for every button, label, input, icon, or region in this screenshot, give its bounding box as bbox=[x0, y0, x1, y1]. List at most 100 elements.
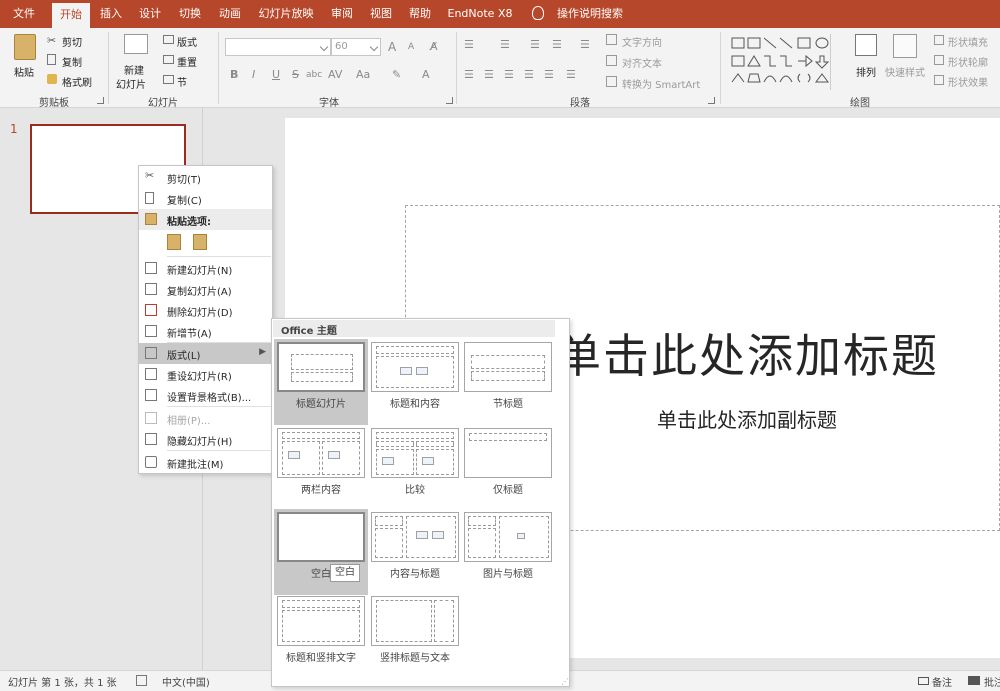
clear-format-icon[interactable]: A̸ bbox=[430, 40, 438, 53]
slide-subtitle[interactable]: 单击此处添加副标题 bbox=[657, 404, 837, 433]
tab-view[interactable]: 视图 bbox=[365, 0, 397, 28]
paste-icon[interactable] bbox=[14, 34, 36, 60]
menu-item-layout[interactable]: 版式(L) ▶ bbox=[139, 343, 272, 364]
language-status[interactable]: 中文(中国) bbox=[162, 674, 210, 689]
line-spacing-icon[interactable]: ☰ bbox=[580, 38, 590, 51]
format-painter-button[interactable]: 格式刷 bbox=[62, 74, 92, 89]
layout-section-header[interactable]: 节标题 bbox=[461, 339, 555, 425]
font-name-combo[interactable] bbox=[225, 38, 331, 56]
case-icon[interactable]: Aa bbox=[356, 68, 370, 81]
new-slide-button[interactable]: 新建 bbox=[124, 62, 144, 77]
layout-button[interactable]: 版式 bbox=[177, 34, 197, 49]
tell-me-search[interactable]: 操作说明搜索 bbox=[550, 0, 630, 28]
slide-title[interactable]: 单击此处添加标题 bbox=[555, 320, 939, 386]
layout-comparison[interactable]: 比较 bbox=[368, 425, 462, 511]
highlight-icon[interactable]: ✎ bbox=[392, 68, 401, 81]
spellcheck-icon[interactable] bbox=[136, 675, 147, 686]
tab-review[interactable]: 审阅 bbox=[326, 0, 358, 28]
tab-transitions[interactable]: 切换 bbox=[174, 0, 206, 28]
cut-button[interactable]: 剪切 bbox=[62, 34, 82, 49]
arrange-button[interactable]: 排列 bbox=[856, 64, 876, 79]
shapes-scroll[interactable] bbox=[830, 34, 844, 90]
layout-title-content[interactable]: 标题和内容 bbox=[368, 339, 462, 425]
shape-effects-button[interactable]: 形状效果 bbox=[948, 74, 988, 89]
layout-vertical-title-text[interactable]: 竖排标题与文本 bbox=[368, 593, 462, 679]
slide-info: 幻灯片 第 1 张，共 1 张 bbox=[8, 678, 117, 689]
layout-picture-caption[interactable]: 图片与标题 bbox=[461, 509, 555, 595]
text-direction-icon bbox=[606, 34, 617, 45]
shape-outline-button[interactable]: 形状轮廓 bbox=[948, 54, 988, 69]
tab-endnote[interactable]: EndNote X8 bbox=[446, 0, 514, 28]
tab-home[interactable]: 开始 bbox=[52, 3, 90, 28]
grow-font-button[interactable]: A bbox=[388, 40, 396, 54]
resize-grip-icon[interactable]: ⋰ bbox=[561, 677, 569, 686]
reset-button[interactable]: 重置 bbox=[177, 54, 197, 69]
tab-insert[interactable]: 插入 bbox=[95, 0, 127, 28]
underline-button[interactable]: U bbox=[272, 68, 280, 81]
tab-animations[interactable]: 动画 bbox=[214, 0, 246, 28]
copy-button[interactable]: 复制 bbox=[62, 54, 82, 69]
text-direction-button[interactable]: 文字方向 bbox=[622, 34, 662, 49]
tab-design[interactable]: 设计 bbox=[134, 0, 166, 28]
menu-item-new-slide[interactable]: 新建幻灯片(N) bbox=[139, 258, 272, 279]
align-center-icon[interactable]: ☰ bbox=[484, 68, 494, 81]
menu-item-delete-slide[interactable]: 删除幻灯片(D) bbox=[139, 300, 272, 321]
layout-title-only[interactable]: 仅标题 bbox=[461, 425, 555, 511]
align-text-button[interactable]: 对齐文本 bbox=[622, 55, 662, 70]
gallery-header: Office 主题 bbox=[273, 320, 555, 337]
layout-blank[interactable]: 空白 bbox=[274, 509, 368, 595]
layout-gallery: Office 主题 标题幻灯片 标题和内容 节标题 两栏内容 比较 仅标题 空白… bbox=[271, 318, 570, 687]
smartart-button[interactable]: 转换为 SmartArt bbox=[622, 76, 700, 91]
menu-item-add-section[interactable]: 新增节(A) bbox=[139, 321, 272, 342]
shadow-button[interactable]: abc bbox=[306, 70, 322, 80]
align-left-icon[interactable]: ☰ bbox=[464, 68, 474, 81]
new-slide-button-line2[interactable]: 幻灯片 bbox=[116, 76, 146, 91]
numbering-icon[interactable]: ☰ bbox=[500, 38, 510, 51]
menu-item-duplicate-slide[interactable]: 复制幻灯片(A) bbox=[139, 279, 272, 300]
menu-item-format-background[interactable]: 设置背景格式(B)... bbox=[139, 385, 272, 406]
paragraph-launcher[interactable] bbox=[708, 97, 715, 104]
justify-icon[interactable]: ☰ bbox=[524, 68, 534, 81]
section-button[interactable]: 节 bbox=[177, 74, 187, 89]
distribute-icon[interactable]: ☰ bbox=[544, 68, 554, 81]
notes-button[interactable]: 备注 bbox=[932, 674, 952, 689]
font-color-icon[interactable]: A bbox=[422, 68, 430, 81]
tab-slideshow[interactable]: 幻灯片放映 bbox=[253, 0, 319, 28]
menu-item-label: 复制(C) bbox=[167, 196, 202, 207]
font-size-combo[interactable]: 60 bbox=[331, 38, 381, 56]
layout-content-caption[interactable]: 内容与标题 bbox=[368, 509, 462, 595]
tab-file[interactable]: 文件 bbox=[6, 0, 42, 28]
layout-two-content[interactable]: 两栏内容 bbox=[274, 425, 368, 511]
font-launcher[interactable] bbox=[446, 97, 453, 104]
clipboard-launcher[interactable] bbox=[97, 97, 104, 104]
copy-icon bbox=[145, 192, 154, 204]
comments-button[interactable]: 批注 bbox=[984, 674, 1000, 689]
layout-title-slide[interactable]: 标题幻灯片 bbox=[274, 339, 368, 425]
paste-picture-icon[interactable] bbox=[193, 234, 207, 250]
spacing-icon[interactable]: AV bbox=[328, 68, 342, 81]
bullets-icon[interactable]: ☰ bbox=[464, 38, 474, 51]
tab-help[interactable]: 帮助 bbox=[404, 0, 436, 28]
new-slide-icon[interactable] bbox=[124, 34, 148, 54]
layout-title-vertical-text[interactable]: 标题和竖排文字 bbox=[274, 593, 368, 679]
shrink-font-button[interactable]: A bbox=[408, 42, 414, 52]
shape-fill-button[interactable]: 形状填充 bbox=[948, 34, 988, 49]
menu-item-cut[interactable]: ✂ 剪切(T) bbox=[139, 167, 272, 188]
increase-indent-icon[interactable]: ☰ bbox=[552, 38, 562, 51]
quick-styles-button[interactable]: 快速样式 bbox=[885, 64, 925, 79]
menu-item-reset-slide[interactable]: 重设幻灯片(R) bbox=[139, 364, 272, 385]
bold-button[interactable]: B bbox=[230, 68, 238, 81]
paste-keep-theme-icon[interactable] bbox=[167, 234, 181, 250]
menu-item-label: 粘贴选项: bbox=[167, 217, 211, 228]
italic-button[interactable]: I bbox=[252, 68, 255, 81]
columns-icon[interactable]: ☰ bbox=[566, 68, 576, 81]
paragraph-group-label: 段落 bbox=[570, 98, 590, 109]
paste-button[interactable]: 粘贴 bbox=[14, 64, 34, 79]
strikethrough-button[interactable]: S bbox=[292, 68, 299, 81]
shapes-gallery[interactable] bbox=[728, 34, 830, 90]
menu-item-copy[interactable]: 复制(C) bbox=[139, 188, 272, 209]
align-right-icon[interactable]: ☰ bbox=[504, 68, 514, 81]
menu-item-hide-slide[interactable]: 隐藏幻灯片(H) bbox=[139, 429, 272, 450]
decrease-indent-icon[interactable]: ☰ bbox=[530, 38, 540, 51]
menu-item-new-comment[interactable]: 新建批注(M) bbox=[139, 452, 272, 473]
